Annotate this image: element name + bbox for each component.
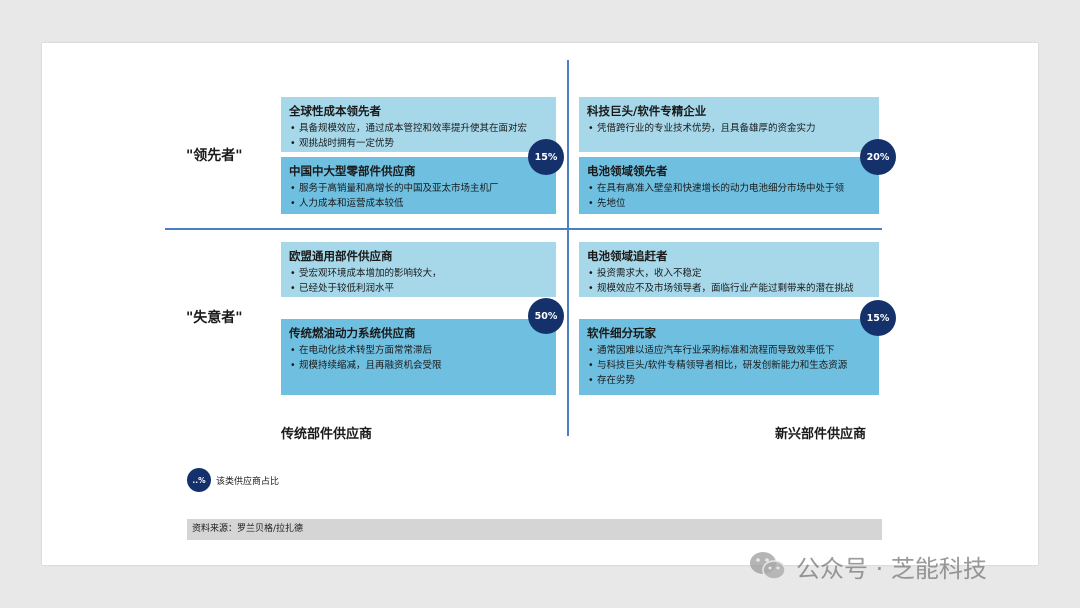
box-title: 电池领域领先者 <box>587 164 668 178</box>
box-title: 欧盟通用部件供应商 <box>289 249 393 263</box>
share-badge-tl: 15% <box>528 139 564 175</box>
bullet-item-continued: 观挑战时拥有一定优势 <box>289 136 548 151</box>
bullet-item: 凭借跨行业的专业技术优势，且具备雄厚的资金实力 <box>587 121 871 136</box>
box-china-supplier: 中国中大型零部件供应商 服务于高销量和高增长的中国及亚太市场主机厂 人力成本和运… <box>281 157 556 214</box>
axis-label-emerging: 新兴部件供应商 <box>775 427 867 442</box>
legend-text: 该类供应商占比 <box>216 477 280 487</box>
bullet-item: 规模效应不及市场领导者，面临行业产能过剩带来的潜在挑战 <box>587 281 871 296</box>
bullet-text: 已经处于较低利润水平 <box>299 283 395 294</box>
bullet-text: 先地位 <box>597 198 626 209</box>
row-label-laggard: "失意者" <box>186 310 243 326</box>
bullet-item: 受宏观环境成本增加的影响较大， <box>289 266 548 281</box>
bullet-text: 观挑战时拥有一定优势 <box>299 138 395 149</box>
box-tech-giants: 科技巨头/软件专精企业 凭借跨行业的专业技术优势，且具备雄厚的资金实力 <box>579 97 879 152</box>
bullet-item: 通常因难以适应汽车行业采购标准和流程而导致效率低下 <box>587 343 871 358</box>
bullet-text: 存在劣势 <box>597 375 636 386</box>
box-title: 软件细分玩家 <box>587 326 656 340</box>
share-badge-bl: 50% <box>528 298 564 334</box>
legend-badge: ..% <box>187 468 211 492</box>
row-label-leader: "领先者" <box>186 148 243 164</box>
box-ice-supplier: 传统燃油动力系统供应商 在电动化技术转型方面常常滞后 规模持续缩减，且再融资机会… <box>281 319 556 395</box>
watermark-text: 公众号 · 芝能科技 <box>796 554 987 583</box>
box-title: 科技巨头/软件专精企业 <box>587 104 707 118</box>
bullet-item: 在电动化技术转型方面常常滞后 <box>289 343 548 358</box>
bullet-item: 服务于高销量和高增长的中国及亚太市场主机厂 <box>289 181 548 196</box>
wechat-icon <box>750 552 786 580</box>
horizontal-divider <box>165 228 882 230</box>
bullet-item: 人力成本和运营成本较低 <box>289 196 548 211</box>
vertical-divider <box>567 60 569 436</box>
bullet-item: 与科技巨头/软件专精领导者相比，研发创新能力和生态资源 <box>587 358 871 373</box>
share-badge-br: 15% <box>860 300 896 336</box>
box-title: 传统燃油动力系统供应商 <box>289 326 416 340</box>
bullet-item: 规模持续缩减，且再融资机会受限 <box>289 358 548 373</box>
bullet-item-continued: 存在劣势 <box>587 373 871 388</box>
bullet-item: 具备规模效应，通过成本管控和效率提升使其在面对宏 <box>289 121 548 136</box>
axis-label-traditional: 传统部件供应商 <box>281 427 373 442</box>
bullet-item-continued: 已经处于较低利润水平 <box>289 281 548 296</box>
box-title: 中国中大型零部件供应商 <box>289 164 416 178</box>
bullet-item: 投资需求大，收入不稳定 <box>587 266 871 281</box>
box-eu-supplier: 欧盟通用部件供应商 受宏观环境成本增加的影响较大， 已经处于较低利润水平 <box>281 242 556 297</box>
bullet-item: 在具有高准入壁垒和快速增长的动力电池细分市场中处于领 <box>587 181 871 196</box>
bullet-item-continued: 先地位 <box>587 196 871 211</box>
box-battery-chaser: 电池领域追赶者 投资需求大，收入不稳定 规模效应不及市场领导者，面临行业产能过剩… <box>579 242 879 297</box>
box-global-cost-leader: 全球性成本领先者 具备规模效应，通过成本管控和效率提升使其在面对宏 观挑战时拥有… <box>281 97 556 152</box>
share-badge-tr: 20% <box>860 139 896 175</box>
box-battery-leader: 电池领域领先者 在具有高准入壁垒和快速增长的动力电池细分市场中处于领 先地位 <box>579 157 879 214</box>
box-software-niche: 软件细分玩家 通常因难以适应汽车行业采购标准和流程而导致效率低下 与科技巨头/软… <box>579 319 879 395</box>
source-bar: 资料来源：罗兰贝格/拉扎德 <box>187 519 882 540</box>
watermark: 公众号 · 芝能科技 <box>748 546 987 586</box>
box-title: 全球性成本领先者 <box>289 104 381 118</box>
box-title: 电池领域追赶者 <box>587 249 668 263</box>
